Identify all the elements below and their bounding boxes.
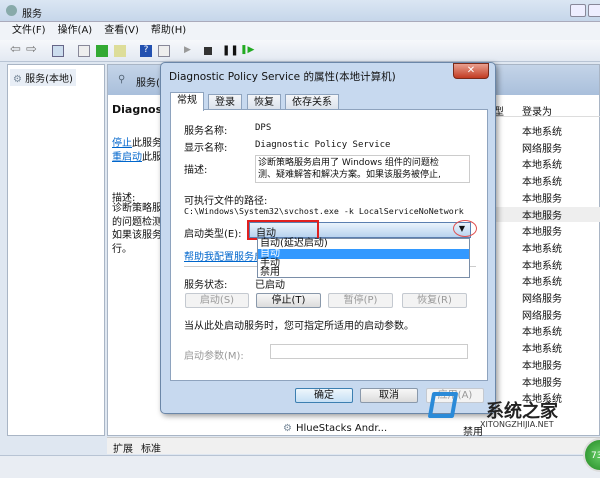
logon-cell[interactable]: 本地服务 <box>522 357 562 372</box>
start-icon[interactable]: ▶ <box>184 45 196 57</box>
service-gear-icon: ⚙ <box>283 423 292 434</box>
start-params-input[interactable] <box>270 344 468 359</box>
column-header-logon-as[interactable]: 登录为 <box>522 103 552 118</box>
services-icon <box>6 5 17 16</box>
menu-action[interactable]: 操作(A) <box>58 25 93 36</box>
description-label: 描述: <box>184 165 208 176</box>
description-text: 诊断策略服务启用了的问题检测如果该服务行。 <box>112 203 164 255</box>
logon-cell[interactable]: 网络服务 <box>522 307 562 322</box>
tab-logon[interactable]: 登录 <box>208 94 242 110</box>
logon-cell[interactable]: 本地系统 <box>522 323 562 338</box>
logon-cell[interactable]: 本地系统 <box>522 273 562 288</box>
list-header: 型 登录为 <box>488 99 600 118</box>
service-row-name[interactable]: HlueStacks Andr... <box>296 423 387 434</box>
dialog-title: Diagnostic Policy Service 的属性(本地计算机) <box>169 71 396 83</box>
pause-button[interactable]: 暂停(P) <box>328 293 393 308</box>
view-tabs: 扩展 标准 <box>107 437 600 455</box>
logon-cell[interactable]: 网络服务 <box>522 290 562 305</box>
logon-cell[interactable]: 本地系统 <box>522 257 562 272</box>
logon-cell[interactable]: 本地服务 <box>522 374 562 389</box>
logon-cell[interactable]: 本地系统 <box>522 123 562 138</box>
title-bar: 服务 <box>0 0 600 22</box>
menu-view[interactable]: 查看(V) <box>104 25 139 36</box>
console-icon[interactable] <box>158 45 170 57</box>
tree-item-services-local[interactable]: ⚙ 服务(本地) <box>10 69 76 86</box>
minimize-button[interactable] <box>570 4 586 17</box>
menu-file[interactable]: 文件(F) <box>12 25 46 36</box>
maximize-button[interactable] <box>588 4 600 17</box>
logon-cell[interactable]: 本地服务 <box>522 190 562 205</box>
help-icon[interactable]: ? <box>140 45 152 57</box>
logon-cell[interactable]: 本地系统 <box>522 240 562 255</box>
path-label: 可执行文件的路径: <box>184 196 268 207</box>
start-params-label: 启动参数(M): <box>184 351 244 362</box>
start-params-hint: 当从此处启动服务时，您可指定所适用的启动参数。 <box>184 321 414 332</box>
display-name-label: 显示名称: <box>184 143 228 154</box>
annotation-circle <box>453 220 477 237</box>
forward-icon[interactable]: ⇨ <box>26 42 38 57</box>
general-panel: 服务名称: DPS 显示名称: Diagnostic Policy Servic… <box>170 109 488 381</box>
window-title: 服务 <box>22 9 42 20</box>
logon-cell[interactable]: 本地系统 <box>522 173 562 188</box>
ok-button[interactable]: 确定 <box>295 388 353 403</box>
service-name-label: 服务名称: <box>184 126 228 137</box>
menu-help[interactable]: 帮助(H) <box>151 25 186 36</box>
service-status-value: 已启动 <box>255 280 285 291</box>
close-button[interactable]: ✕ <box>453 63 489 79</box>
startup-type-label: 启动类型(E): <box>184 229 242 240</box>
annotation-box <box>247 220 319 240</box>
export-icon[interactable] <box>114 45 126 57</box>
properties-icon[interactable] <box>78 45 90 57</box>
logon-cell[interactable]: 本地服务 <box>488 206 600 222</box>
logon-cell[interactable]: 本地系统 <box>522 156 562 171</box>
stop-button[interactable]: 停止(T) <box>256 293 321 308</box>
status-bar <box>0 455 600 478</box>
option-auto[interactable]: 自动 <box>258 248 469 259</box>
tab-general[interactable]: 常规 <box>170 92 204 111</box>
restart-service-link[interactable]: 重启动 <box>112 152 142 163</box>
toolbar: ⇦ ⇨ ? ▶ ❚❚ ❚▶ <box>0 40 600 62</box>
restart-icon[interactable]: ❚▶ <box>240 45 254 57</box>
option-manual[interactable]: 手动 <box>258 258 469 269</box>
tree-item-label: 服务(本地) <box>25 74 73 85</box>
tree-pane: ⚙ 服务(本地) <box>7 64 105 436</box>
back-icon[interactable]: ⇦ <box>10 42 22 57</box>
refresh-icon[interactable] <box>96 45 108 57</box>
description-textbox[interactable]: 诊断策略服务启用了 Windows 组件的问题检测、疑难解答和解决方案。如果该服… <box>255 155 470 183</box>
start-button[interactable]: 启动(S) <box>185 293 249 308</box>
tab-recovery[interactable]: 恢复 <box>247 94 281 110</box>
watermark-logo <box>427 392 459 418</box>
service-name-value: DPS <box>255 123 272 133</box>
cancel-button[interactable]: 取消 <box>360 388 418 403</box>
logon-cell[interactable]: 网络服务 <box>522 140 562 155</box>
stop-icon[interactable] <box>204 47 212 55</box>
display-name-value: Diagnostic Policy Service <box>255 140 391 150</box>
resume-button[interactable]: 恢复(R) <box>402 293 467 308</box>
tab-extended[interactable]: 扩展 <box>113 440 133 455</box>
show-hide-tree-icon[interactable] <box>52 45 64 57</box>
logon-cell[interactable]: 本地系统 <box>522 340 562 355</box>
path-value: C:\Windows\System32\svchost.exe -k Local… <box>184 206 464 216</box>
watermark-url: XITONGZHIJIA.NET <box>480 420 554 429</box>
pause-icon[interactable]: ❚❚ <box>222 45 239 57</box>
menu-bar: 文件(F) 操作(A) 查看(V) 帮助(H) <box>0 22 600 40</box>
tab-standard[interactable]: 标准 <box>141 440 161 455</box>
service-status-label: 服务状态: <box>184 280 228 291</box>
option-auto-delayed[interactable]: 自动(延迟启动) <box>258 239 469 249</box>
option-disabled[interactable]: 禁用 <box>258 268 469 278</box>
properties-dialog: Diagnostic Policy Service 的属性(本地计算机) ✕ 常… <box>160 62 496 414</box>
logon-cell[interactable]: 本地服务 <box>522 223 562 238</box>
startup-type-dropdown: 自动(延迟启动) 自动 手动 禁用 <box>257 238 470 278</box>
tab-dependencies[interactable]: 依存关系 <box>285 94 339 110</box>
